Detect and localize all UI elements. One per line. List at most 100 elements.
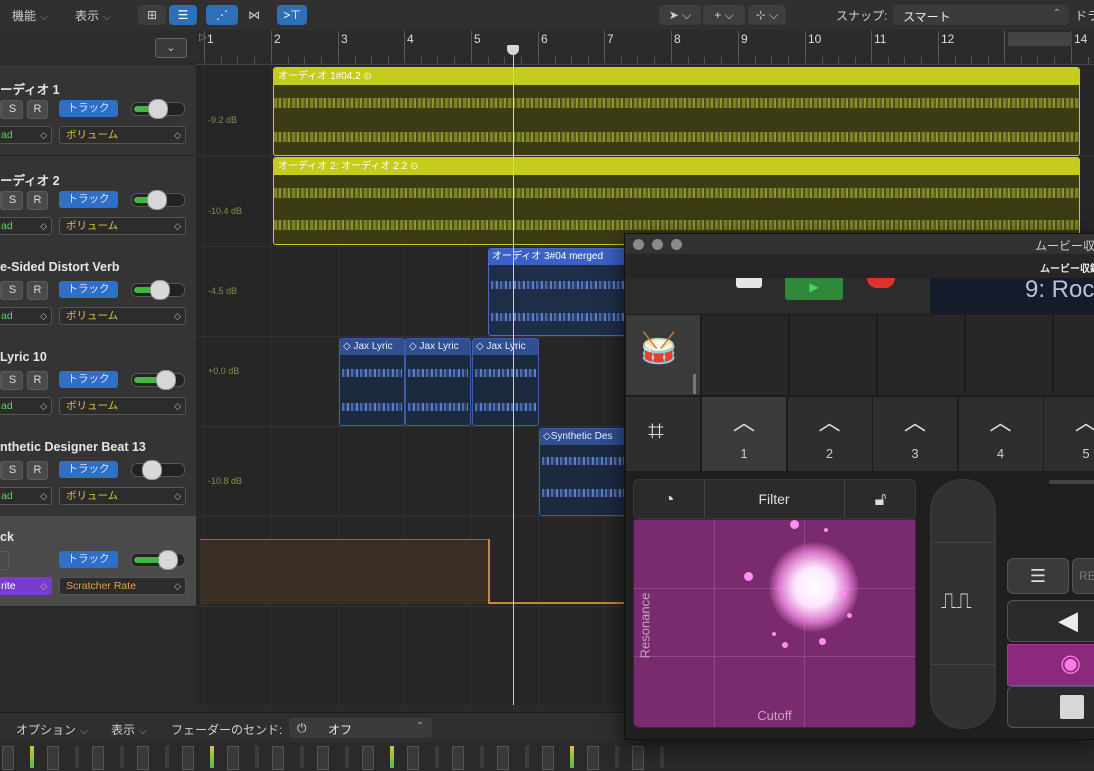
audio-region[interactable]: オーディオ 1#04.2 ⊙ — [273, 67, 1080, 156]
automation-parameter-select[interactable]: ボリューム ◇ — [59, 217, 186, 235]
track-header[interactable]: e-Sided Distort VerbMSRトラック ad ◇ ボリューム ◇ — [0, 246, 196, 337]
record-enable-button[interactable]: R — [27, 191, 48, 210]
record-enable-button[interactable]: R — [27, 100, 48, 119]
automation-parameter-select[interactable]: Scratcher Rate ◇ — [59, 577, 186, 595]
track-name[interactable]: e-Sided Distort Verb — [0, 260, 119, 274]
automation-parameter-select[interactable]: ボリューム ◇ — [59, 307, 186, 325]
stop-effect-button[interactable] — [1007, 686, 1094, 728]
solo-button[interactable]: S — [2, 191, 23, 210]
track-button[interactable]: トラック — [59, 551, 118, 568]
scene-trigger[interactable]: ︿ 4 — [957, 396, 1044, 472]
channel-fader[interactable] — [137, 746, 149, 770]
loop-cell[interactable] — [1053, 314, 1094, 396]
track-button[interactable]: トラック — [59, 461, 118, 478]
automation-button[interactable]: ⋰ — [206, 5, 238, 25]
track-button[interactable]: トラック — [59, 191, 118, 208]
snap-tool-menu[interactable]: ⊹ ⌵ — [748, 5, 786, 25]
track-header[interactable]: ck トラック rite ◇ Scratcher Rate ◇ — [0, 516, 196, 607]
midi-region[interactable]: ◇ Jax Lyric — [405, 338, 471, 426]
loop-cell[interactable] — [701, 314, 789, 396]
track-name[interactable]: ーディオ 1 — [0, 79, 60, 98]
loop-cell[interactable] — [789, 314, 877, 396]
automation-parameter-select[interactable]: ボリューム ◇ — [59, 397, 186, 415]
automation-parameter-select[interactable]: ボリューム ◇ — [59, 487, 186, 505]
track-button[interactable]: トラック — [59, 371, 118, 388]
volume-slider[interactable] — [131, 550, 185, 570]
cycle-region[interactable] — [1008, 32, 1072, 46]
flex-button[interactable]: ⋈ — [241, 5, 267, 25]
automation-mode-select[interactable]: ad ◇ — [0, 217, 52, 235]
volume-slider[interactable] — [131, 99, 185, 119]
record-button[interactable] — [867, 278, 895, 288]
channel-fader[interactable] — [587, 746, 599, 770]
solo-button[interactable]: S — [2, 371, 23, 390]
grid-view-button[interactable]: ⊞ — [138, 5, 166, 25]
channel-fader[interactable] — [407, 746, 419, 770]
mixer-view-menu[interactable]: 表示 ⌵ — [111, 721, 147, 738]
automation-mode-select[interactable]: ad ◇ — [0, 307, 52, 325]
reverse-button[interactable]: ◀ — [1007, 600, 1094, 642]
channel-fader[interactable] — [182, 746, 194, 770]
channel-fader[interactable] — [272, 746, 284, 770]
scratch-button[interactable]: ◉ — [1007, 644, 1094, 686]
volume-knob[interactable] — [142, 460, 162, 480]
channel-fader[interactable] — [227, 746, 239, 770]
playhead[interactable] — [513, 50, 514, 705]
volume-knob[interactable] — [148, 99, 168, 119]
drag-handle[interactable] — [1049, 480, 1094, 484]
list-view-button[interactable]: ☰ — [169, 5, 197, 25]
automation-mode-select[interactable]: ad ◇ — [0, 397, 52, 415]
catch-button[interactable]: >⊤ — [277, 5, 307, 25]
rec-button[interactable]: RE — [1072, 558, 1094, 594]
volume-slider[interactable] — [131, 280, 185, 300]
filter-label[interactable]: Filter — [704, 480, 844, 518]
automation-mode-select[interactable]: rite ◇ — [0, 577, 52, 595]
automation-mode-select[interactable]: ad ◇ — [0, 487, 52, 505]
collapse-button[interactable]: ⌄ — [155, 38, 187, 58]
track-header[interactable]: nthetic Designer Beat 13MSRトラック ad ◇ ボリュ… — [0, 426, 196, 517]
channel-fader[interactable] — [632, 746, 644, 770]
scroll-indicator[interactable] — [693, 374, 696, 394]
repeater-fader[interactable]: ⎍⎍ — [930, 479, 996, 729]
marquee-tool-menu[interactable]: + ⌵ — [703, 5, 745, 25]
track-name[interactable]: ーディオ 2 — [0, 170, 60, 189]
midi-region[interactable]: ◇Synthetic Des — [539, 428, 631, 516]
volume-slider[interactable] — [131, 460, 185, 480]
scene-trigger[interactable]: ︿ 1 — [701, 396, 787, 472]
channel-fader[interactable] — [497, 746, 509, 770]
fader-send-select[interactable]: ⏻ オフ ⌃ — [289, 718, 432, 738]
scene-trigger[interactable]: ︿ 3 — [872, 396, 958, 472]
automation-region[interactable] — [200, 539, 489, 604]
edit-cells-button[interactable]: ⌗ — [625, 396, 701, 472]
solo-button[interactable]: S — [2, 100, 23, 119]
lock-button[interactable]: 🔓︎ — [844, 480, 916, 518]
mixer-options-menu[interactable]: オプション ⌵ — [16, 721, 88, 738]
channel-fader[interactable] — [317, 746, 329, 770]
view-menu[interactable]: 表示 ⌵ — [75, 7, 111, 24]
midi-region[interactable]: ◇ Jax Lyric — [339, 338, 405, 426]
zoom-window-icon[interactable] — [671, 239, 682, 250]
track-header[interactable]: Lyric 10MSRトラック ad ◇ ボリューム ◇ — [0, 336, 196, 427]
record-enable-button[interactable]: R — [27, 281, 48, 300]
mute-button[interactable] — [0, 551, 9, 570]
record-enable-button[interactable]: R — [27, 461, 48, 480]
function-menu[interactable]: 機能 ⌵ — [12, 7, 48, 24]
track-button[interactable]: トラック — [59, 100, 118, 117]
record-enable-button[interactable]: R — [27, 371, 48, 390]
volume-slider[interactable] — [131, 190, 185, 210]
snap-select[interactable]: スマート ⌃ — [893, 5, 1069, 25]
channel-fader[interactable] — [542, 746, 554, 770]
stop-button[interactable] — [736, 278, 762, 288]
track-name[interactable]: nthetic Designer Beat 13 — [0, 440, 146, 454]
mixer-settings-button[interactable]: ☰ — [1007, 558, 1069, 594]
xy-pad[interactable]: Cutoff Resonance — [633, 519, 916, 728]
channel-fader[interactable] — [47, 746, 59, 770]
volume-knob[interactable] — [156, 370, 176, 390]
channel-fader[interactable] — [452, 746, 464, 770]
remix-mode-button[interactable]: ◔ — [634, 480, 705, 518]
loop-cell[interactable] — [877, 314, 965, 396]
track-name[interactable]: ck — [0, 530, 14, 544]
play-button[interactable]: ▶ — [785, 278, 843, 300]
automation-mode-select[interactable]: ad ◇ — [0, 126, 52, 144]
track-header[interactable]: ーディオ 2MSRトラック ad ◇ ボリューム ◇ — [0, 156, 196, 247]
